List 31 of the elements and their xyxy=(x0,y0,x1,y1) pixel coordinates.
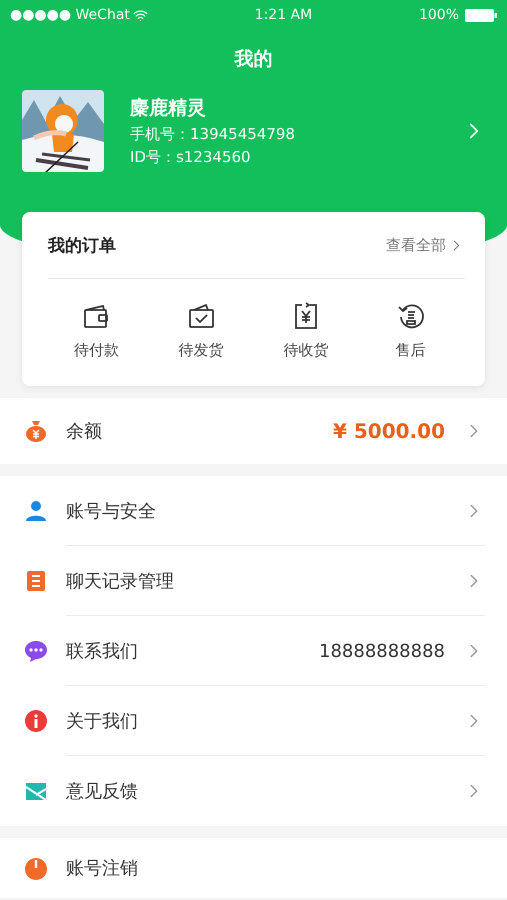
battery-icon xyxy=(465,8,497,22)
order-status-button[interactable]: 待发货 xyxy=(148,301,254,360)
user-id: ID号：s1234560 xyxy=(130,148,252,167)
menu-label: 账号与安全 xyxy=(66,500,157,523)
orders-title: 我的订单 xyxy=(48,234,116,256)
menu-label: 关于我们 xyxy=(66,710,139,733)
balance-label: 余额 xyxy=(66,420,103,443)
contact-number: 18888888888 xyxy=(319,640,445,662)
order-status-button[interactable]: 售后 xyxy=(358,301,463,360)
info-icon xyxy=(24,709,48,733)
status-time: 1:21 AM xyxy=(254,7,312,23)
logout-label: 账号注销 xyxy=(66,857,139,880)
box-check-icon xyxy=(186,301,216,331)
view-all-link[interactable]: 查看全部 xyxy=(386,236,465,254)
notebook-icon xyxy=(24,569,48,593)
order-status-button[interactable]: 待收货 xyxy=(254,301,358,360)
order-status-button[interactable]: 待付款 xyxy=(44,301,149,360)
carrier-label: ●●●●● WeChat xyxy=(10,7,130,23)
menu-label: 聊天记录管理 xyxy=(66,570,175,593)
money-bag-icon xyxy=(24,419,48,443)
page-title: 我的 xyxy=(233,47,274,72)
phone-number: 手机号：13945454798 xyxy=(130,125,296,144)
chat-bubble-icon xyxy=(24,639,48,663)
user-icon xyxy=(24,499,48,523)
menu-label: 联系我们 xyxy=(66,640,139,663)
wifi-icon xyxy=(132,8,148,22)
user-name: 麋鹿精灵 xyxy=(130,96,207,121)
menu-label: 意见反馈 xyxy=(66,780,139,803)
power-icon xyxy=(24,856,48,880)
battery-percent: 100% xyxy=(418,7,459,23)
balance-amount: ¥ 5000.00 xyxy=(333,419,445,443)
